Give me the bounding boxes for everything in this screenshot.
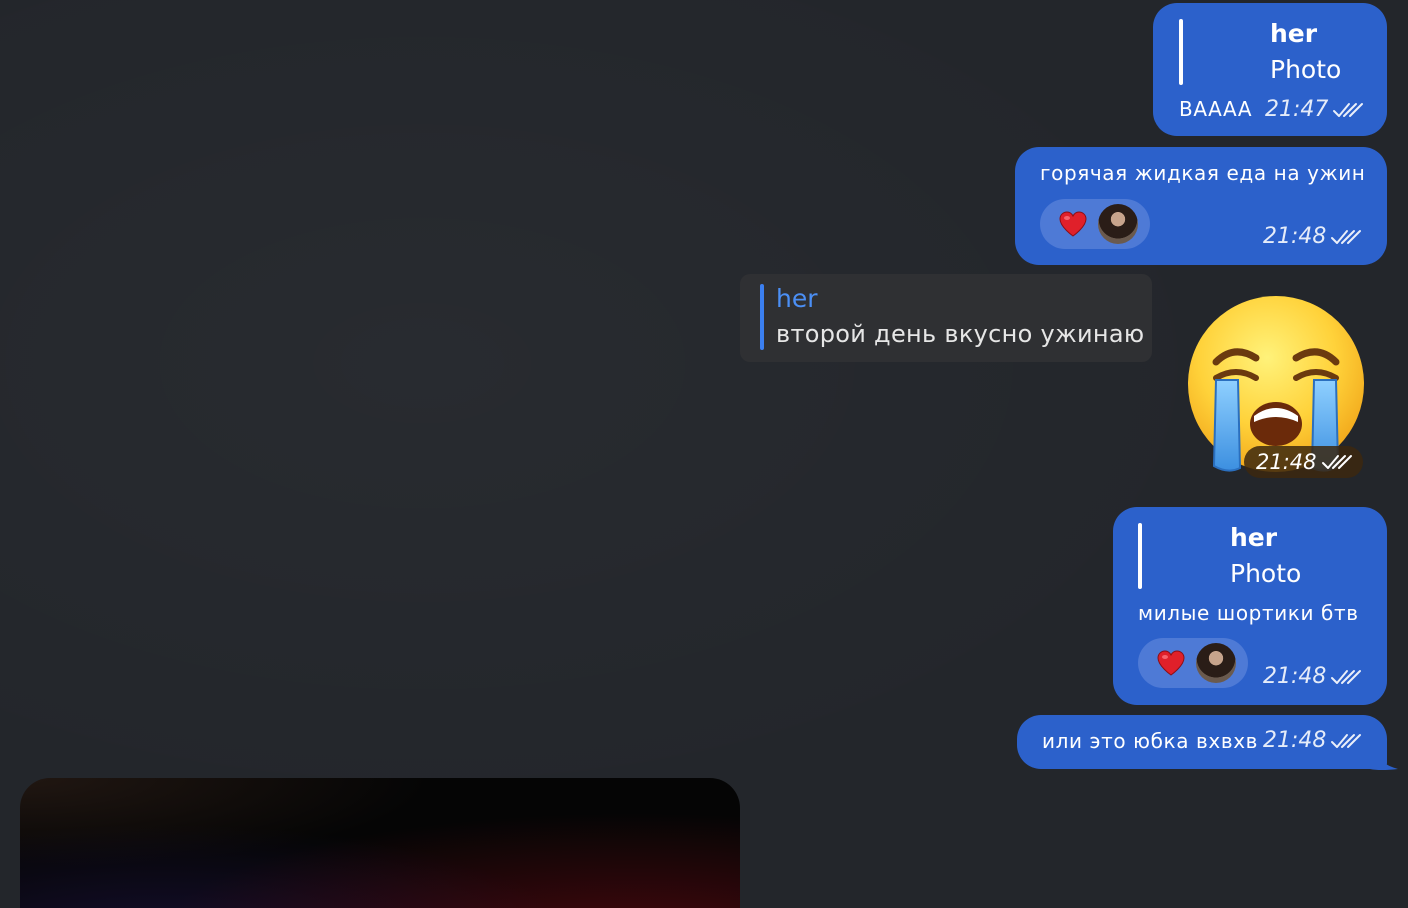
reply-sender-name: her [1270, 19, 1318, 48]
outgoing-message[interactable]: her Photo BAAAA 21:47 [1153, 3, 1387, 136]
double-check-icon [1331, 669, 1362, 684]
message-meta: 21:48 [1263, 664, 1362, 689]
chat-area: her Photo BAAAA 21:47 горячая жидкая еда… [0, 0, 1408, 908]
reaction-heart-button[interactable] [1040, 199, 1150, 249]
reply-bar [760, 284, 764, 350]
outgoing-message[interactable]: her Photo милые шортики бтв 21:48 [1113, 507, 1387, 705]
reply-bar [1138, 523, 1142, 589]
message-time: 21:48 [1263, 224, 1327, 249]
avatar [1196, 643, 1236, 683]
reaction-heart-button[interactable] [1138, 638, 1248, 688]
message-time: 21:47 [1265, 97, 1329, 122]
heart-icon [1059, 211, 1087, 237]
reply-sender-name: her [1230, 523, 1278, 552]
quoted-message[interactable]: her второй день вкусно ужинаю [740, 274, 1152, 362]
reply-preview-text: Photo [1230, 559, 1302, 588]
message-meta: 21:48 [1244, 446, 1363, 478]
message-time: 21:48 [1263, 664, 1327, 689]
message-time: 21:48 [1263, 728, 1327, 753]
message-text: BAAAA [1179, 97, 1253, 121]
message-text: горячая жидкая еда на ужин [1040, 161, 1366, 185]
bubble-tail [1370, 745, 1398, 770]
outgoing-message[interactable]: горячая жидкая еда на ужин 21:48 [1015, 147, 1387, 265]
incoming-photo[interactable] [20, 778, 740, 908]
double-check-icon [1331, 229, 1362, 244]
reply-preview-text: Photo [1270, 55, 1342, 84]
double-check-icon [1333, 102, 1364, 117]
message-text: милые шортики бтв [1138, 601, 1359, 625]
reply-preview-text: второй день вкусно ужинаю [776, 320, 1145, 348]
message-time: 21:48 [1256, 450, 1317, 474]
message-text: или это юбка вхвхв [1042, 729, 1259, 753]
outgoing-message[interactable]: или это юбка вхвхв 21:48 [1017, 715, 1387, 769]
double-check-icon [1321, 455, 1352, 469]
reply-bar [1179, 19, 1183, 85]
reply-sender-name: her [776, 284, 818, 313]
heart-icon [1157, 650, 1185, 676]
message-meta: 21:47 [1265, 97, 1364, 122]
double-check-icon [1331, 733, 1362, 748]
message-meta: 21:48 [1263, 728, 1362, 753]
avatar [1098, 204, 1138, 244]
message-meta: 21:48 [1263, 224, 1362, 249]
